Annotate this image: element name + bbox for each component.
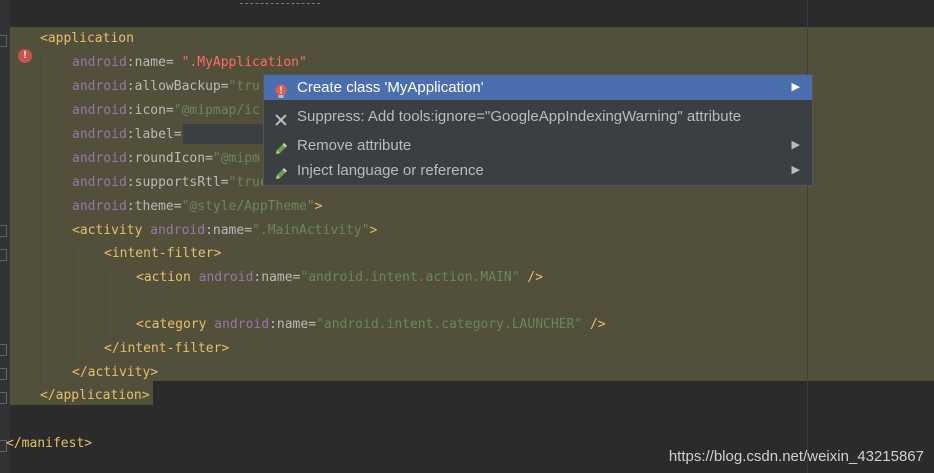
menu-item-label: Inject language or reference xyxy=(297,162,484,179)
fold-marker[interactable] xyxy=(0,35,7,47)
code-token: /> xyxy=(582,317,606,332)
code-token: <category xyxy=(136,317,215,332)
code-token: "@mipm xyxy=(212,151,260,166)
submenu-arrow-icon: ▶ xyxy=(791,164,800,176)
code-token: android xyxy=(214,317,270,332)
error-bulb-icon xyxy=(274,81,288,98)
code-token: </intent-filter> xyxy=(104,341,230,356)
pencil-icon xyxy=(274,164,288,179)
code-token: "@mipmap/ic xyxy=(173,103,260,118)
code-token: android xyxy=(198,270,254,285)
code-token: </activity> xyxy=(72,365,159,380)
quick-fix-suppress[interactable]: Suppress: Add tools:ignore="GoogleAppInd… xyxy=(264,104,812,129)
code-token: :roundIcon= xyxy=(126,151,213,166)
code-token: :icon= xyxy=(126,103,174,118)
code-token: "@style/AppTheme" xyxy=(181,199,315,214)
code-token: "android.intent.action.MAIN" xyxy=(300,270,520,285)
code-token: :name= xyxy=(126,55,182,70)
code-token: :theme= xyxy=(126,199,182,214)
fold-marker[interactable] xyxy=(0,368,7,380)
code-token: :supportsRtl= xyxy=(126,175,229,190)
code-token: ".MyApplication" xyxy=(181,55,307,70)
error-bulb-icon[interactable]: ! xyxy=(18,49,32,63)
code-token: :allowBackup= xyxy=(126,79,229,94)
code-token: android xyxy=(72,127,127,142)
code-token: :name= xyxy=(269,317,317,332)
code-token: "true xyxy=(228,175,268,190)
code-token: <activity xyxy=(72,223,151,238)
indent-guide xyxy=(73,242,74,360)
code-token: "android.intent.category.LAUNCHER" xyxy=(316,317,583,332)
code-token: > xyxy=(314,199,323,214)
menu-item-label: Suppress: Add tools:ignore="GoogleAppInd… xyxy=(297,108,742,125)
code-line[interactable]: android:icon="@mipmap/ic xyxy=(72,100,260,122)
code-token: android xyxy=(72,79,127,94)
code-token: :label= xyxy=(126,127,182,142)
quick-fix-popup: Create class 'MyApplication' ▶ Suppress:… xyxy=(263,74,813,186)
code-line[interactable]: </intent-filter> xyxy=(104,338,229,360)
code-line[interactable]: <application xyxy=(40,28,134,50)
code-token: android xyxy=(72,103,127,118)
code-line[interactable]: android:name= ".MyApplication" xyxy=(72,52,307,74)
code-token: </manifest> xyxy=(6,436,93,451)
right-margin-guide xyxy=(807,0,808,473)
code-token: </application> xyxy=(40,388,150,403)
quick-fix-inject-language[interactable]: Inject language or reference ▶ xyxy=(264,158,812,183)
code-token: <intent-filter> xyxy=(104,246,222,261)
code-token: android xyxy=(150,223,206,238)
code-line[interactable]: <action android:name="android.intent.act… xyxy=(136,267,543,289)
code-line[interactable]: <intent-filter> xyxy=(104,243,221,265)
code-line[interactable]: android:allowBackup="tru xyxy=(72,76,260,98)
code-token: android xyxy=(72,151,127,166)
code-token: android xyxy=(72,199,127,214)
code-token: :name= xyxy=(205,223,253,238)
menu-item-label: Create class 'MyApplication' xyxy=(297,79,484,96)
indent-guide xyxy=(105,266,106,336)
pencil-icon xyxy=(274,139,288,154)
menu-item-label: Remove attribute xyxy=(297,137,412,154)
code-token: /> xyxy=(519,270,544,285)
quick-fix-remove-attribute[interactable]: Remove attribute ▶ xyxy=(264,133,812,158)
code-line[interactable]: <category android:name="android.intent.c… xyxy=(136,314,606,336)
code-token: :name= xyxy=(253,270,301,285)
code-token: android xyxy=(72,55,127,70)
code-line[interactable]: android:roundIcon="@mipm xyxy=(72,148,260,170)
code-token: "tru xyxy=(228,79,260,94)
submenu-arrow-icon: ▶ xyxy=(791,139,800,151)
indent-guide xyxy=(40,52,41,382)
fold-marker[interactable] xyxy=(0,225,7,237)
code-line[interactable]: </activity> xyxy=(72,362,158,384)
code-line[interactable]: android:theme="@style/AppTheme"> xyxy=(72,196,322,218)
code-line[interactable]: </manifest> xyxy=(6,433,92,455)
close-icon xyxy=(274,110,288,126)
fold-marker[interactable] xyxy=(0,249,7,261)
inline-hint-box xyxy=(183,124,263,144)
watermark: https://blog.csdn.net/weixin_43215867 xyxy=(668,448,924,465)
fold-marker[interactable] xyxy=(0,392,7,404)
code-token: android xyxy=(72,175,127,190)
quick-fix-create-class[interactable]: Create class 'MyApplication' ▶ xyxy=(264,75,812,100)
fold-marker[interactable] xyxy=(0,344,7,356)
code-line[interactable]: android:supportsRtl="true xyxy=(72,172,268,194)
code-token: <application xyxy=(40,31,134,46)
code-token: <action xyxy=(136,270,199,285)
wavy-underline xyxy=(240,0,320,4)
submenu-arrow-icon: ▶ xyxy=(791,81,800,93)
code-token: ".MainActivity" xyxy=(252,223,370,238)
code-line[interactable]: </application> xyxy=(40,385,150,407)
code-token: > xyxy=(369,223,378,238)
code-line[interactable]: <activity android:name=".MainActivity"> xyxy=(72,220,377,242)
